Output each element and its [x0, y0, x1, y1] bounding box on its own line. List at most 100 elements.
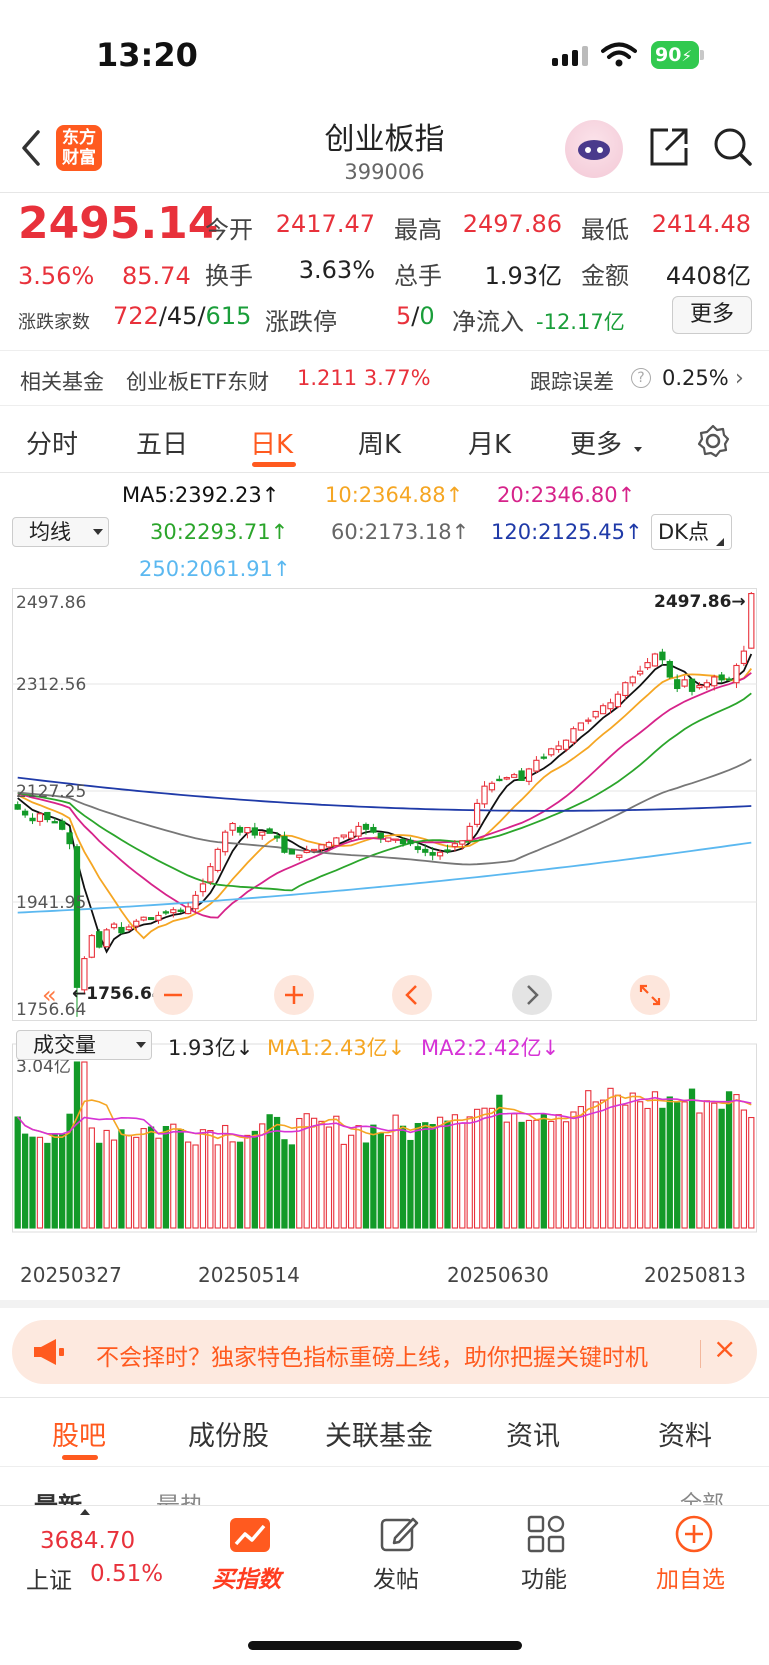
zoom-out-button[interactable]: [153, 975, 193, 1015]
high-marker: 2497.86→: [654, 592, 746, 612]
volume-bar: [303, 1113, 310, 1229]
candle: [481, 785, 488, 805]
candle: [548, 748, 555, 756]
market-name[interactable]: 上证: [26, 1561, 72, 1595]
candle: [177, 909, 184, 913]
buy-index-label[interactable]: 买指数: [212, 1560, 281, 1594]
volume-bar: [229, 1141, 236, 1229]
features-icon[interactable]: [526, 1514, 566, 1554]
volume-bar: [392, 1114, 399, 1229]
low-marker: ←1756.64: [72, 984, 164, 1004]
volume-bar: [21, 1133, 29, 1229]
share-icon[interactable]: [648, 126, 690, 168]
candle: [385, 837, 392, 842]
signal-icon: [552, 46, 588, 66]
tab-daily-k[interactable]: 日K: [250, 424, 293, 461]
chevron-right-icon[interactable]: ›: [735, 366, 744, 391]
more-button[interactable]: 更多: [672, 296, 752, 334]
candle: [703, 682, 710, 688]
tab-monthly-k[interactable]: 月K: [468, 424, 511, 461]
robot-assistant-icon[interactable]: [565, 120, 623, 178]
candle: [14, 804, 21, 810]
volume-bar: [259, 1123, 266, 1229]
fullscreen-button[interactable]: [630, 975, 670, 1015]
candle: [251, 827, 258, 836]
volume-bar: [422, 1122, 429, 1229]
tab-guba[interactable]: 股吧: [52, 1414, 106, 1453]
volume-bar: [688, 1088, 696, 1229]
volume-bar: [614, 1094, 622, 1229]
low-label: 最低: [581, 216, 629, 244]
volume-bar: [525, 1119, 533, 1229]
related-fund-name[interactable]: 创业板ETF东财: [126, 366, 269, 396]
features-label[interactable]: 功能: [521, 1560, 567, 1594]
tab-news[interactable]: 资讯: [506, 1414, 560, 1453]
tab-constituents[interactable]: 成份股: [188, 1414, 269, 1453]
market-price[interactable]: 3684.70: [40, 1528, 135, 1554]
active-tab-underline: [252, 462, 296, 467]
search-icon[interactable]: [712, 126, 754, 168]
volume-bar: [674, 1102, 681, 1229]
svg-text:«: «: [42, 981, 57, 1009]
tab-more-caret-icon: [634, 447, 642, 452]
add-watchlist-icon[interactable]: [674, 1514, 714, 1554]
volume-bar: [399, 1125, 407, 1229]
kline-chart[interactable]: 2497.86 2312.56 2127.25 1941.95 1756.64 …: [12, 588, 757, 1278]
candle: [73, 846, 81, 988]
candle: [184, 906, 192, 915]
previous-button[interactable]: [392, 975, 432, 1015]
open-label: 今开: [205, 216, 253, 244]
candle: [333, 837, 340, 846]
add-watchlist-label[interactable]: 加自选: [656, 1560, 725, 1594]
candle: [629, 676, 636, 684]
post-icon[interactable]: [379, 1514, 419, 1554]
candle: [36, 813, 44, 822]
volume-bar: [325, 1126, 333, 1229]
tab-weekly-k[interactable]: 周K: [358, 424, 401, 461]
candle: [740, 650, 748, 664]
ma60-line: [17, 758, 752, 866]
candle: [622, 682, 629, 697]
volume-bar: [177, 1128, 184, 1229]
candle: [651, 653, 659, 667]
next-button[interactable]: [512, 975, 552, 1015]
ma5-legend: MA5:2392.23↑: [122, 483, 280, 507]
volume-bar: [533, 1119, 540, 1229]
volume-bar: [51, 1133, 58, 1229]
open-value: 2417.47: [275, 210, 375, 238]
buy-index-icon[interactable]: [228, 1516, 272, 1554]
close-icon[interactable]: ×: [713, 1332, 736, 1365]
tab-intraday[interactable]: 分时: [26, 424, 78, 461]
tab-profile[interactable]: 资料: [658, 1414, 712, 1453]
candle: [236, 826, 244, 833]
volume-bar: [385, 1135, 392, 1229]
candle: [422, 848, 429, 853]
help-icon[interactable]: ?: [631, 368, 651, 388]
tab-related-funds[interactable]: 关联基金: [325, 1414, 433, 1453]
candle: [407, 839, 414, 845]
market-percent[interactable]: 0.51%: [90, 1561, 163, 1587]
gear-icon[interactable]: [696, 424, 730, 458]
tab-more[interactable]: 更多: [570, 424, 622, 461]
volume-bar: [718, 1108, 725, 1229]
candle: [281, 836, 288, 853]
tab-five-day[interactable]: 五日: [136, 424, 188, 461]
y-label-lower: 1941.95: [16, 893, 86, 913]
candle: [155, 914, 162, 921]
candle: [674, 679, 681, 690]
promo-banner-text[interactable]: 不会择时？独家特色指标重磅上线，助你把握关键时机: [96, 1338, 702, 1372]
zoom-in-button[interactable]: [274, 975, 314, 1015]
volume-bar: [207, 1130, 214, 1229]
volume-bar: [429, 1124, 436, 1229]
candle: [303, 849, 310, 854]
ma30-legend: 30:2293.71↑: [150, 520, 289, 544]
volume-bar: [637, 1101, 644, 1229]
post-label[interactable]: 发帖: [373, 1560, 419, 1594]
scroll-left-button[interactable]: «: [42, 981, 57, 1009]
volume-y-top: 3.04亿: [16, 1057, 71, 1077]
volume-select[interactable]: 成交量: [16, 1030, 152, 1060]
volume-bar: [511, 1113, 518, 1229]
candle: [370, 826, 377, 833]
volume-bar: [125, 1134, 132, 1229]
volume-bar: [118, 1129, 125, 1229]
